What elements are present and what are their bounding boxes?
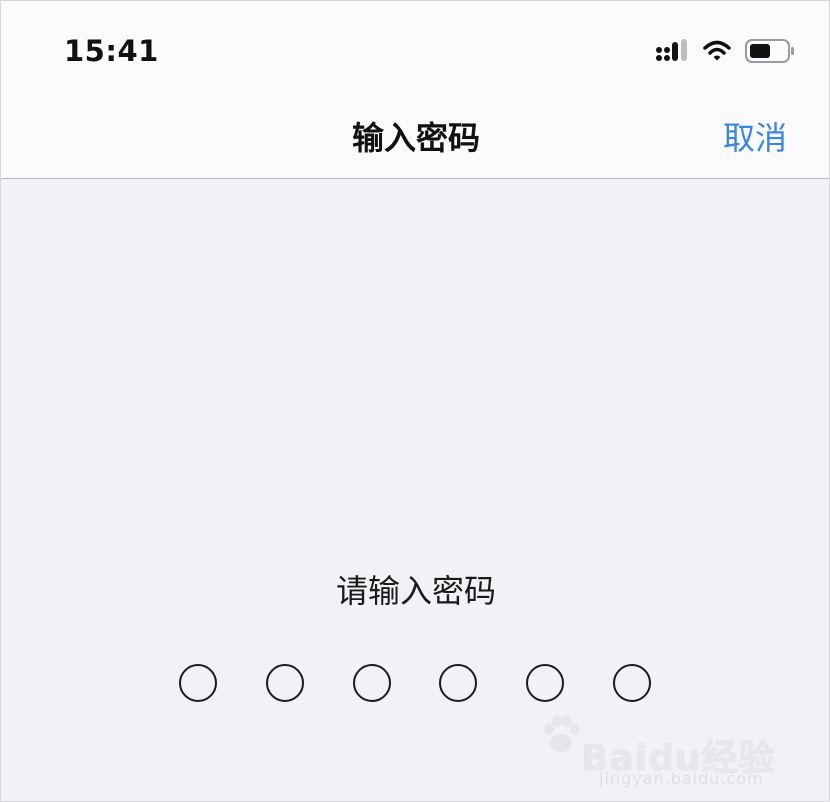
- passcode-screen: 15:41 输入密码 取消 请输入密码 Baidu经验 jingyan.baid…: [0, 0, 830, 802]
- passcode-dot: [526, 664, 565, 702]
- paw-logo-icon: [544, 715, 580, 752]
- top-bar: 15:41 输入密码 取消: [1, 1, 829, 179]
- signal-icon: [656, 39, 687, 61]
- cancel-button[interactable]: 取消: [723, 113, 787, 159]
- watermark-url: jingyan.baidu.com: [599, 769, 764, 788]
- passcode-dot: [612, 664, 651, 702]
- status-time: 15:41: [64, 34, 159, 68]
- passcode-dot: [439, 664, 478, 702]
- passcode-prompt: 请输入密码: [335, 572, 496, 610]
- wifi-icon: [703, 40, 731, 61]
- passcode-dot: [265, 664, 304, 702]
- passcode-dots[interactable]: [179, 664, 651, 702]
- battery-icon: [745, 39, 794, 63]
- baidu-watermark: Baidu经验 jingyan.baidu.com: [533, 713, 783, 793]
- page-title: 输入密码: [351, 119, 480, 157]
- status-icons: [655, 38, 795, 64]
- passcode-dot: [179, 664, 217, 702]
- passcode-dot: [352, 664, 391, 702]
